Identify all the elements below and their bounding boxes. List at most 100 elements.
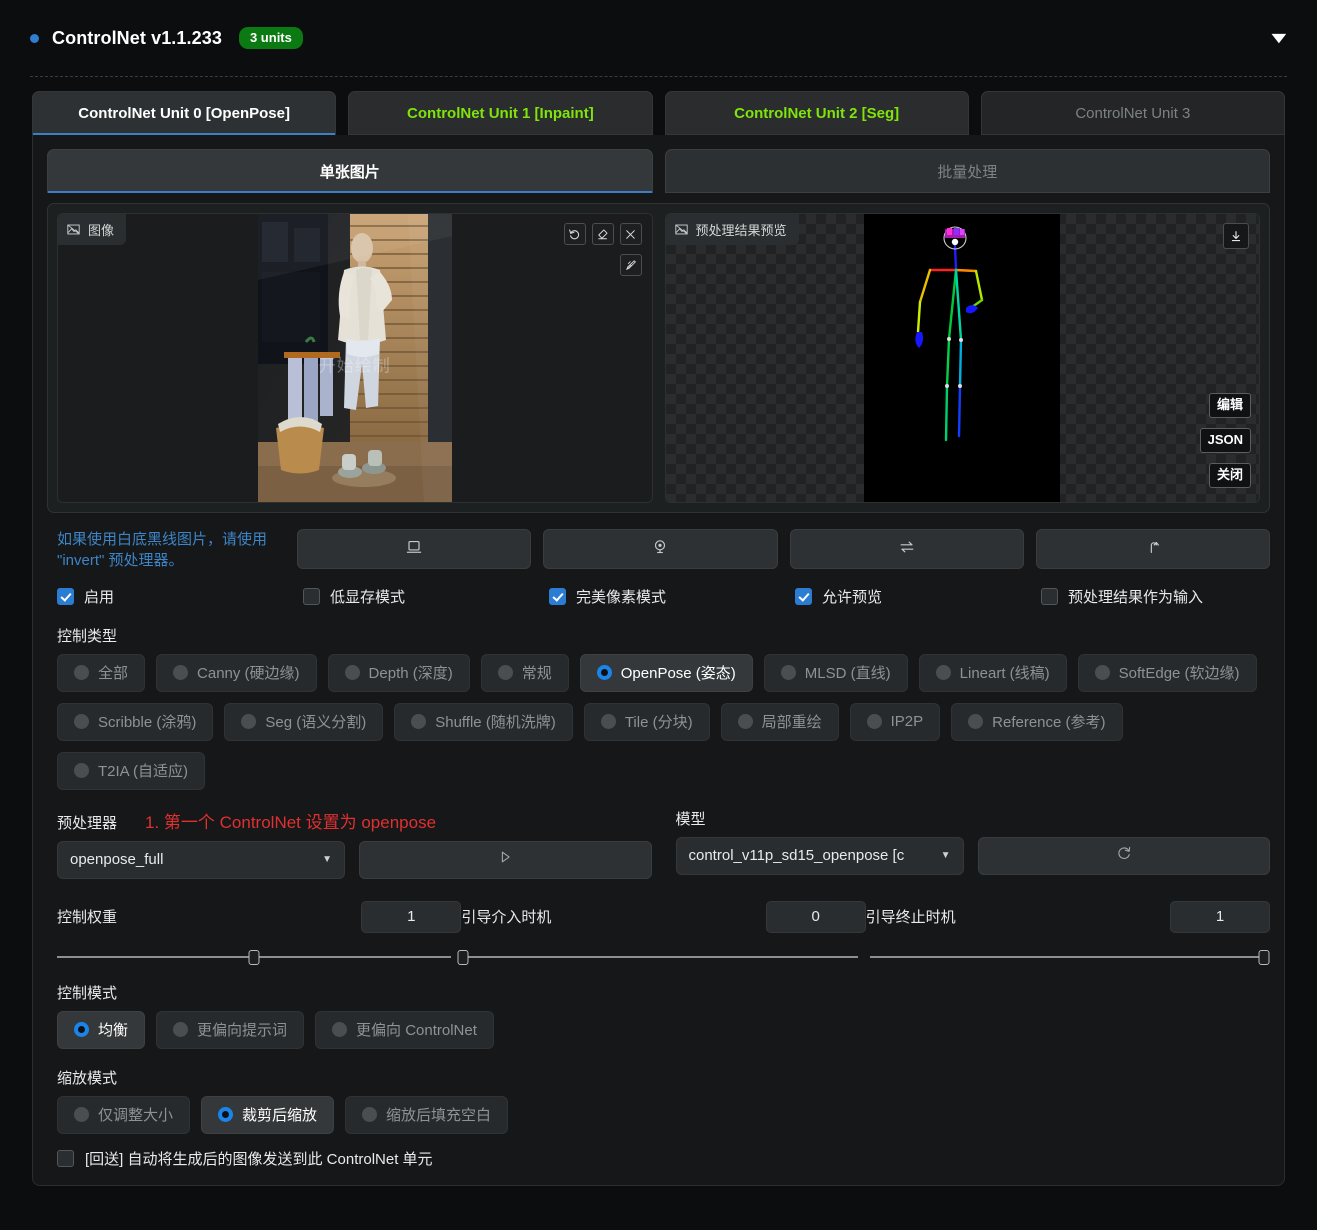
accordion-header[interactable]: ControlNet v1.1.233 3 units ▼	[0, 0, 1317, 76]
image-row: 图像 开始绘制 预处理结果预览 编辑 JSON 关闭	[47, 203, 1270, 513]
resize-mode-group: 仅调整大小 裁剪后缩放 缩放后填充空白	[47, 1095, 1270, 1134]
tab-controlnet-unit-1[interactable]: ControlNet Unit 1 [Inpaint]	[348, 91, 653, 135]
run-preprocessor-button[interactable]	[359, 840, 652, 879]
preprocessor-preview-panel[interactable]: 预处理结果预览 编辑 JSON 关闭	[664, 213, 1260, 503]
control-type-reference[interactable]: Reference (参考)	[951, 702, 1123, 741]
tab-controlnet-unit-3[interactable]: ControlNet Unit 3	[980, 91, 1285, 135]
tab-single-image[interactable]: 单张图片	[47, 149, 653, 193]
control-type-ip2p[interactable]: IP2P	[849, 702, 941, 741]
control-mode-label: 控制模式	[57, 984, 118, 1002]
slider-knob[interactable]	[1258, 949, 1270, 965]
model-controls: control_v11p_sd15_openpose [c ▼	[666, 836, 1270, 875]
control-type-openpose[interactable]: OpenPose (姿态)	[579, 653, 753, 692]
slider-value[interactable]: 0	[765, 900, 866, 933]
pill-label: OpenPose (姿态)	[620, 665, 736, 683]
preview-side-buttons: 编辑 JSON 关闭	[1199, 393, 1251, 488]
checkbox-enable[interactable]: 启用	[57, 586, 303, 607]
model-select[interactable]: control_v11p_sd15_openpose [c ▼	[675, 836, 964, 875]
eraser-icon[interactable]	[591, 223, 614, 245]
tab-batch-process[interactable]: 批量处理	[664, 149, 1270, 193]
upload-arrow-button[interactable]	[1035, 529, 1270, 569]
radio-icon	[362, 1107, 378, 1123]
tab-controlnet-unit-2[interactable]: ControlNet Unit 2 [Seg]	[664, 91, 969, 135]
preprocessor-head: 预处理器 1. 第一个 ControlNet 设置为 openpose	[47, 808, 652, 833]
model-head: 模型	[666, 808, 1271, 829]
slider-knob[interactable]	[457, 949, 469, 965]
slider-label: 控制权重	[57, 909, 118, 927]
checkbox-loopback[interactable]: [回送] 自动将生成后的图像发送到此 ControlNet 单元	[57, 1148, 1270, 1169]
slider-track-guidance-start[interactable]	[457, 949, 858, 965]
radio-icon	[866, 714, 882, 730]
preprocessor-label: 预处理器	[57, 814, 118, 832]
pen-edit-icon[interactable]	[619, 254, 642, 276]
control-type-shuffle[interactable]: Shuffle (随机洗牌)	[394, 702, 573, 741]
slider-value[interactable]: 1	[1169, 900, 1270, 933]
slider-knob[interactable]	[248, 949, 260, 965]
control-type-tile[interactable]: Tile (分块)	[583, 702, 710, 741]
preprocessor-select[interactable]: openpose_full ▼	[57, 840, 345, 879]
swap-icon	[897, 537, 917, 562]
control-mode-prompt-priority[interactable]: 更偏向提示词	[156, 1010, 305, 1049]
control-mode-controlnet-priority[interactable]: 更偏向 ControlNet	[315, 1010, 494, 1049]
tab-controlnet-unit-0[interactable]: ControlNet Unit 0 [OpenPose]	[32, 91, 337, 135]
input-photo-wrap: 开始绘制	[58, 214, 652, 502]
control-type-softedge[interactable]: SoftEdge (软边缘)	[1077, 653, 1257, 692]
control-type-inpaint[interactable]: 局部重绘	[720, 702, 839, 741]
control-mode-balanced[interactable]: 均衡	[57, 1010, 146, 1049]
slider-track-guidance-end[interactable]	[869, 949, 1270, 965]
refresh-models-button[interactable]	[977, 836, 1270, 875]
slider-guidance-start: 引导介入时机 0	[461, 900, 866, 933]
undo-icon[interactable]	[563, 223, 586, 245]
slider-track-row	[47, 949, 1270, 965]
radio-icon	[218, 1107, 234, 1123]
triangle-down-icon[interactable]: ▼	[1267, 30, 1292, 46]
control-type-mlsd[interactable]: MLSD (直线)	[763, 653, 908, 692]
webcam-button[interactable]	[543, 529, 778, 569]
input-image-panel[interactable]: 图像 开始绘制	[57, 213, 653, 503]
slider-header: 控制权重 1	[57, 900, 462, 933]
slider-value[interactable]: 1	[361, 900, 462, 933]
slider-track-control-weight[interactable]	[57, 949, 452, 965]
radio-icon	[173, 665, 189, 681]
checkbox-preprocessor-as-input[interactable]: 预处理结果作为输入	[1041, 586, 1203, 607]
refresh-icon	[1115, 844, 1133, 867]
unit-tab-bar: ControlNet Unit 0 [OpenPose] ControlNet …	[0, 77, 1317, 135]
control-type-canny[interactable]: Canny (硬边缘)	[156, 653, 317, 692]
control-type-all[interactable]: 全部	[57, 653, 146, 692]
download-icon[interactable]	[1223, 223, 1249, 249]
resize-mode-just-resize[interactable]: 仅调整大小	[57, 1095, 191, 1134]
resize-mode-crop-and-resize[interactable]: 裁剪后缩放	[201, 1095, 335, 1134]
control-type-seg[interactable]: Seg (语义分割)	[224, 702, 384, 741]
close-preview-button[interactable]: 关闭	[1208, 463, 1251, 488]
control-type-label: 控制类型	[57, 627, 118, 645]
units-badge: 3 units	[238, 27, 303, 49]
preview-panel-tag: 预处理结果预览	[665, 214, 799, 245]
radio-icon	[74, 1107, 89, 1123]
tab-label: ControlNet Unit 2 [Seg]	[734, 104, 900, 122]
checkbox-label: 完美像素模式	[576, 588, 667, 606]
control-type-scribble[interactable]: Scribble (涂鸦)	[57, 702, 214, 741]
preprocessor-column: 预处理器 1. 第一个 ControlNet 设置为 openpose open…	[47, 808, 652, 879]
close-icon[interactable]	[619, 223, 642, 245]
preprocessor-controls: openpose_full ▼	[47, 840, 652, 879]
screen-capture-button[interactable]	[297, 529, 532, 569]
control-type-lineart[interactable]: Lineart (线稿)	[918, 653, 1067, 692]
resize-mode-resize-and-fill[interactable]: 缩放后填充空白	[345, 1095, 509, 1134]
control-type-normal[interactable]: 常规	[480, 653, 569, 692]
checkbox-pixel-perfect[interactable]: 完美像素模式	[549, 586, 795, 607]
edit-pose-button[interactable]: 编辑	[1208, 393, 1251, 419]
pill-label: Tile (分块)	[624, 714, 693, 732]
control-type-depth[interactable]: Depth (深度)	[327, 653, 470, 692]
pill-label: 更偏向 ControlNet	[356, 1022, 477, 1040]
radio-icon	[74, 1022, 89, 1038]
screen-capture-icon	[404, 537, 424, 562]
checkbox-allow-preview[interactable]: 允许预览	[795, 586, 1041, 607]
swap-button[interactable]	[789, 529, 1024, 569]
json-pose-button[interactable]: JSON	[1199, 428, 1251, 454]
radio-icon	[737, 714, 753, 730]
slider-bar	[869, 955, 1264, 958]
control-type-t2ia[interactable]: T2IA (自适应)	[57, 751, 206, 790]
page-title: ControlNet v1.1.233	[52, 27, 222, 48]
checkbox-low-vram[interactable]: 低显存模式	[303, 586, 549, 607]
radio-icon	[596, 665, 612, 681]
